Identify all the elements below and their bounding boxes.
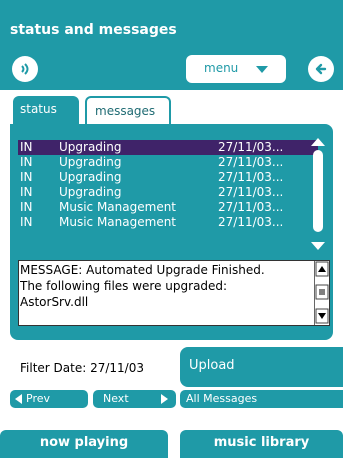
prev-label: Prev bbox=[26, 392, 50, 405]
next-button[interactable]: Next bbox=[93, 390, 176, 408]
scroll-up-icon[interactable] bbox=[311, 138, 325, 146]
speaker-button[interactable] bbox=[12, 56, 38, 82]
message-name: Upgrading bbox=[59, 185, 122, 199]
list-item[interactable]: IN Upgrading 27/11/03... bbox=[18, 155, 318, 170]
menu-label: menu bbox=[204, 61, 239, 75]
list-item[interactable]: IN Music Management 27/11/03... bbox=[18, 215, 318, 230]
tab-status[interactable]: status bbox=[13, 96, 79, 124]
message-date: 27/11/03... bbox=[218, 200, 284, 214]
arrow-right-icon bbox=[161, 394, 168, 404]
chevron-down-icon bbox=[256, 66, 268, 73]
tab-bar: status messages bbox=[10, 96, 333, 126]
detail-scrollbar-graphic bbox=[315, 261, 329, 324]
menu-button[interactable]: menu bbox=[186, 55, 286, 83]
arrow-left-icon bbox=[315, 63, 327, 75]
arrow-left-icon bbox=[15, 394, 22, 404]
filter-date-label: Filter Date: 27/11/03 bbox=[20, 361, 144, 375]
list-scrollbar[interactable] bbox=[306, 135, 330, 257]
message-direction: IN bbox=[20, 215, 33, 229]
message-direction: IN bbox=[20, 155, 33, 169]
list-item[interactable]: IN Music Management 27/11/03... bbox=[18, 200, 318, 215]
message-detail-text: MESSAGE: Automated Upgrade Finished. The… bbox=[20, 262, 312, 324]
list-item[interactable]: IN Upgrading 27/11/03... bbox=[18, 140, 318, 155]
message-direction: IN bbox=[20, 185, 33, 199]
music-library-button[interactable]: music library bbox=[180, 430, 343, 458]
list-item[interactable]: IN Upgrading 27/11/03... bbox=[18, 170, 318, 185]
message-date: 27/11/03... bbox=[218, 155, 284, 169]
message-name: Upgrading bbox=[59, 170, 122, 184]
list-scrollbar-graphic bbox=[311, 138, 325, 250]
scroll-thumb[interactable] bbox=[313, 150, 323, 232]
message-detail-scrollbar[interactable] bbox=[314, 261, 329, 325]
message-name: Upgrading bbox=[59, 155, 122, 169]
message-direction: IN bbox=[20, 170, 33, 184]
message-list[interactable]: IN Upgrading 27/11/03... IN Upgrading 27… bbox=[18, 135, 318, 257]
now-playing-button[interactable]: now playing bbox=[0, 430, 168, 458]
prev-button[interactable]: Prev bbox=[10, 390, 88, 408]
window-title: status and messages bbox=[10, 22, 177, 38]
list-item[interactable]: IN Upgrading 27/11/03... bbox=[18, 185, 318, 200]
back-button[interactable] bbox=[308, 56, 334, 82]
message-name: Upgrading bbox=[59, 140, 122, 154]
message-date: 27/11/03... bbox=[218, 185, 284, 199]
message-line-3: AstorSrv.dll bbox=[20, 295, 89, 309]
message-date: 27/11/03... bbox=[218, 140, 284, 154]
message-name: Music Management bbox=[59, 200, 177, 214]
scroll-down-icon[interactable] bbox=[311, 242, 325, 250]
message-line-1: MESSAGE: Automated Upgrade Finished. bbox=[20, 263, 265, 277]
message-name: Music Management bbox=[59, 215, 177, 229]
title-bar bbox=[0, 0, 343, 90]
next-label: Next bbox=[103, 392, 129, 405]
message-line-2: The following files were upgraded: bbox=[20, 279, 228, 293]
tab-messages[interactable]: messages bbox=[85, 96, 171, 124]
upload-button[interactable]: Upload bbox=[180, 347, 343, 387]
message-date: 27/11/03... bbox=[218, 170, 284, 184]
speaker-icon bbox=[21, 63, 29, 75]
message-date: 27/11/03... bbox=[218, 215, 284, 229]
message-direction: IN bbox=[20, 200, 33, 214]
message-direction: IN bbox=[20, 140, 33, 154]
all-messages-button[interactable]: All Messages bbox=[180, 390, 343, 408]
